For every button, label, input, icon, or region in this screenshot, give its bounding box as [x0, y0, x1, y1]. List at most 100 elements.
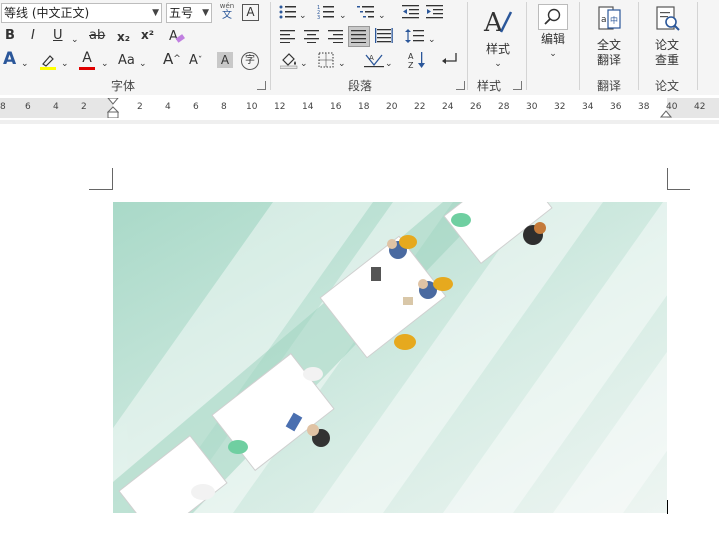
- chevron-down-icon[interactable]: ⌄: [338, 56, 346, 72]
- thesis-check-button[interactable]: 论文 查重: [648, 4, 686, 68]
- ruler-tick: 6: [193, 102, 199, 112]
- line-spacing-button[interactable]: [405, 28, 425, 49]
- chevron-down-icon[interactable]: ⌄: [428, 32, 436, 48]
- ruler-tick: 14: [302, 102, 314, 112]
- thesis-label-line1: 论文: [654, 38, 679, 52]
- ribbon: 等线 (中文正文) ▼ 五号 ▼ wén 文 A B I U ⌄ ab x₂ x…: [0, 0, 719, 95]
- font-color-swatch: [79, 67, 95, 70]
- chevron-down-icon[interactable]: ⌄: [300, 56, 308, 72]
- clear-formatting-button[interactable]: A: [168, 27, 186, 50]
- highlight-button[interactable]: [39, 52, 57, 75]
- show-marks-button[interactable]: [440, 51, 458, 72]
- svg-text:a: a: [601, 15, 607, 25]
- italic-button[interactable]: I: [31, 28, 35, 44]
- align-left-button[interactable]: [280, 29, 296, 48]
- superscript-button[interactable]: x²: [141, 27, 154, 43]
- align-right-button[interactable]: [328, 29, 344, 48]
- chevron-down-icon[interactable]: ⌄: [139, 56, 147, 72]
- document-search-icon: [656, 6, 680, 31]
- increase-indent-icon: [426, 5, 443, 19]
- change-case-button[interactable]: Aa: [118, 53, 135, 69]
- group-divider: [467, 2, 468, 90]
- font-color-button[interactable]: A: [79, 50, 95, 70]
- group-divider: [697, 2, 698, 90]
- paint-bucket-icon: [279, 53, 298, 69]
- paragraph-dialog-launcher-icon[interactable]: [456, 81, 465, 90]
- character-border-button[interactable]: A: [242, 4, 259, 21]
- character-shading-button[interactable]: A: [217, 52, 233, 68]
- bold-button[interactable]: B: [5, 28, 15, 44]
- translate-group-label: 翻译: [597, 79, 622, 93]
- justify-button[interactable]: [348, 26, 370, 47]
- decrease-indent-icon: [402, 5, 419, 19]
- grow-font-button[interactable]: A^: [163, 51, 181, 67]
- ruler-tick: 6: [25, 102, 31, 112]
- search-icon: [544, 8, 561, 25]
- crop-mark-top-right-v: [667, 168, 668, 190]
- chevron-down-icon[interactable]: ⌄: [299, 8, 307, 24]
- text-effect-button[interactable]: A: [3, 51, 16, 68]
- editing-icon-box: [538, 4, 568, 30]
- indent-marker-icon[interactable]: [107, 98, 119, 118]
- numbering-button[interactable]: 1 2 3: [317, 4, 335, 25]
- phonetic-guide-button[interactable]: wén 文: [218, 2, 236, 21]
- line-spacing-icon: [405, 29, 424, 43]
- styles-button[interactable]: A 样式 ⌄: [480, 4, 516, 72]
- office-overhead-photo: [113, 202, 667, 513]
- chevron-down-icon[interactable]: ⌄: [385, 56, 393, 72]
- underline-dropdown-icon[interactable]: ⌄: [71, 32, 79, 48]
- ruler-tick: 2: [81, 102, 87, 112]
- ruler-tick: 26: [470, 102, 482, 112]
- highlighter-icon: [40, 55, 56, 70]
- chevron-down-icon[interactable]: ⌄: [339, 8, 347, 24]
- font-group-label: 字体: [111, 79, 136, 93]
- page-top-edge: [0, 120, 719, 124]
- styles-dialog-launcher-icon[interactable]: [513, 81, 522, 90]
- asian-layout-button[interactable]: A: [364, 51, 384, 74]
- paragraph-group-label: 段落: [348, 79, 373, 93]
- inserted-office-photo[interactable]: [113, 202, 667, 513]
- sort-button[interactable]: AZ: [408, 51, 428, 74]
- chevron-down-icon[interactable]: ⌄: [378, 8, 386, 24]
- chevron-down-icon[interactable]: ⌄: [101, 56, 109, 72]
- translate-label-line2: 翻译: [596, 53, 621, 67]
- svg-text:A: A: [408, 52, 414, 61]
- chevron-down-icon[interactable]: ⌄: [21, 56, 29, 72]
- align-center-icon: [304, 30, 319, 44]
- chevron-down-icon: ⌄: [494, 59, 502, 69]
- decrease-indent-button[interactable]: [402, 4, 420, 25]
- editing-button[interactable]: 编辑 ⌄: [536, 4, 570, 62]
- strikethrough-button[interactable]: ab: [89, 28, 105, 44]
- asian-layout-icon: A: [364, 54, 384, 68]
- thesis-label-line2: 查重: [654, 53, 679, 67]
- font-size-select[interactable]: 五号 ▼: [166, 3, 212, 23]
- shrink-font-button[interactable]: Aˇ: [189, 53, 202, 69]
- distributed-button[interactable]: [375, 28, 393, 49]
- increase-indent-button[interactable]: [426, 4, 444, 25]
- full-text-translate-button[interactable]: a 中 全文 翻译: [590, 4, 628, 68]
- multilevel-list-button[interactable]: [357, 4, 375, 25]
- thesis-group-label: 论文: [655, 79, 680, 93]
- enclose-character-button[interactable]: 字: [241, 52, 259, 70]
- pinyin-char: 文: [222, 10, 232, 21]
- ruler-tick: 10: [246, 102, 258, 112]
- caret-down-icon: ˇ: [197, 56, 203, 66]
- ruler-tick: 28: [498, 102, 510, 112]
- grow-font-letter: A: [163, 50, 174, 68]
- align-center-button[interactable]: [304, 29, 320, 48]
- paragraph-mark-icon: [442, 53, 457, 64]
- ruler-tick: 8: [221, 102, 227, 112]
- svg-text:Z: Z: [408, 61, 414, 69]
- right-indent-marker-icon[interactable]: [660, 106, 672, 118]
- font-name-select[interactable]: 等线 (中文正文) ▼: [1, 3, 162, 23]
- horizontal-ruler[interactable]: 8 6 4 2 2 4 6 8 10 12 14 16 18 20 22 24 …: [0, 98, 719, 118]
- bullets-button[interactable]: [279, 4, 297, 25]
- chevron-down-icon[interactable]: ⌄: [61, 56, 69, 72]
- borders-button[interactable]: [318, 52, 334, 73]
- subscript-button[interactable]: x₂: [117, 29, 130, 45]
- translate-label-line1: 全文: [596, 38, 621, 52]
- font-size-value: 五号: [169, 6, 194, 20]
- font-dialog-launcher-icon[interactable]: [257, 81, 266, 90]
- underline-button[interactable]: U: [53, 28, 63, 44]
- shading-button[interactable]: [279, 51, 298, 74]
